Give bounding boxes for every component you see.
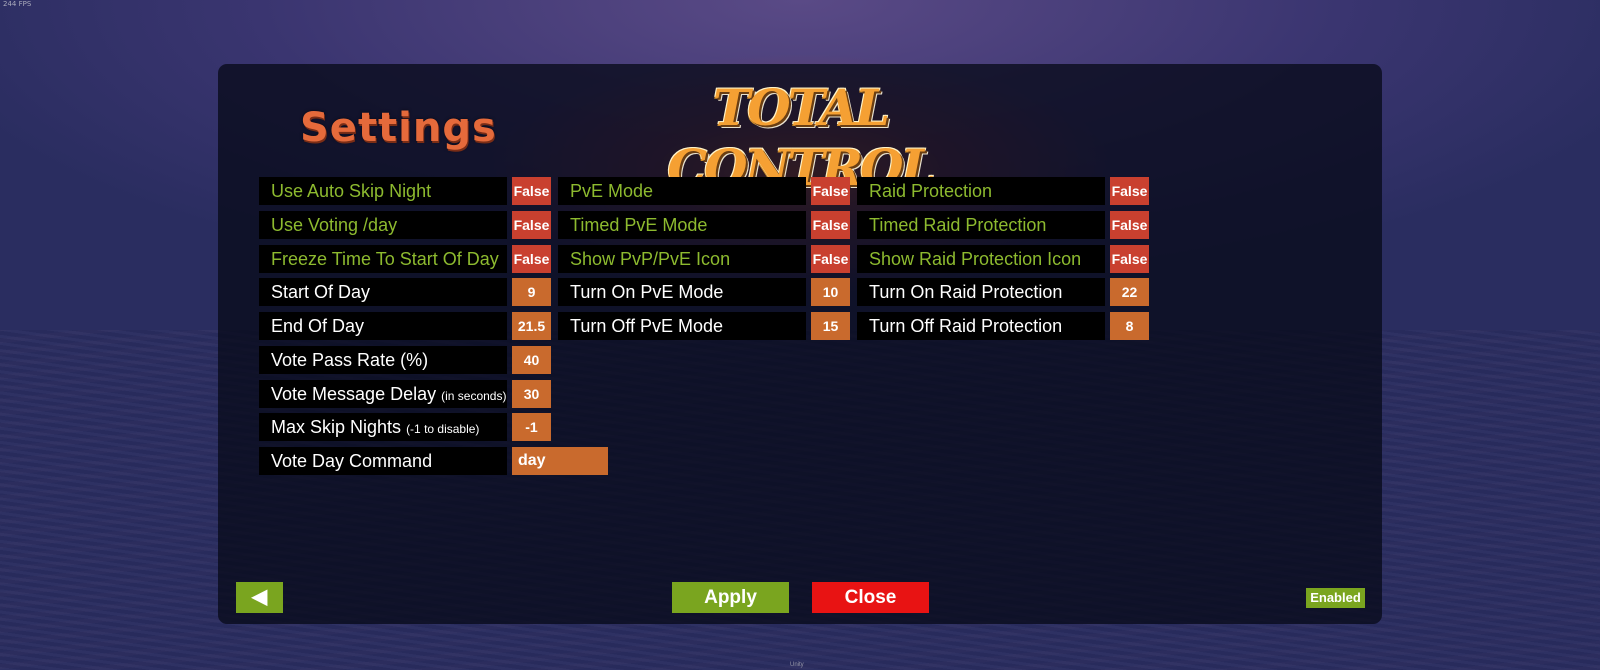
setting-label: Start Of Day <box>259 278 507 306</box>
number-value-input[interactable]: -1 <box>512 413 551 441</box>
setting-label-text: Timed Raid Protection <box>869 215 1047 235</box>
setting-label: Vote Pass Rate (%) <box>259 346 507 374</box>
text-value-input[interactable]: day <box>512 447 608 475</box>
setting-label-text: Show PvP/PvE Icon <box>570 249 731 269</box>
setting-label: End Of Day <box>259 312 507 340</box>
engine-watermark: Unity <box>790 662 804 668</box>
number-value-input[interactable]: 22 <box>1110 278 1149 306</box>
setting-label: Max Skip Nights (-1 to disable) <box>259 413 507 441</box>
setting-label-text: End Of Day <box>271 316 365 336</box>
toggle-value-button[interactable]: False <box>1110 177 1149 205</box>
fps-counter: 244 FPS <box>3 0 32 8</box>
setting-label: Turn Off PvE Mode <box>558 312 806 340</box>
number-value-input[interactable]: 10 <box>811 278 850 306</box>
toggle-value-button[interactable]: False <box>1110 211 1149 239</box>
number-value-input[interactable]: 8 <box>1110 312 1149 340</box>
setting-label-text: PvE Mode <box>570 181 654 201</box>
setting-label-text: Use Voting /day <box>271 215 398 235</box>
setting-label: Turn On PvE Mode <box>558 278 806 306</box>
setting-label: Timed PvE Mode <box>558 211 806 239</box>
back-arrow-icon: ◀ <box>251 586 268 608</box>
number-value-input[interactable]: 40 <box>512 346 551 374</box>
setting-label-text: Max Skip Nights <box>271 417 402 437</box>
setting-label: Raid Protection <box>857 177 1105 205</box>
number-value-input[interactable]: 30 <box>512 380 551 408</box>
setting-label-text: Vote Message Delay <box>271 384 437 404</box>
setting-label-text: Vote Pass Rate (%) <box>271 350 429 370</box>
setting-label-text: Use Auto Skip Night <box>271 181 432 201</box>
setting-label: Show PvP/PvE Icon <box>558 245 806 273</box>
number-value-input[interactable]: 9 <box>512 278 551 306</box>
setting-label: Use Auto Skip Night <box>259 177 507 205</box>
setting-label: Use Voting /day <box>259 211 507 239</box>
number-value-input[interactable]: 15 <box>811 312 850 340</box>
setting-label: Show Raid Protection Icon <box>857 245 1105 273</box>
setting-label-note: (in seconds) <box>441 389 507 403</box>
toggle-value-button[interactable]: False <box>811 245 850 273</box>
setting-label-text: Turn On PvE Mode <box>570 282 724 302</box>
setting-label-text: Vote Day Command <box>271 451 433 471</box>
setting-label-text: Freeze Time To Start Of Day <box>271 249 499 269</box>
setting-label-text: Timed PvE Mode <box>570 215 708 235</box>
setting-label-text: Turn Off PvE Mode <box>570 316 724 336</box>
setting-label: Vote Day Command <box>259 447 507 475</box>
page-title: Settings <box>300 105 497 151</box>
total-control-logo: TOTAL CONTROL <box>667 78 936 197</box>
setting-label-text: Turn Off Raid Protection <box>869 316 1063 336</box>
toggle-value-button[interactable]: False <box>811 177 850 205</box>
setting-label: Timed Raid Protection <box>857 211 1105 239</box>
setting-label: Turn Off Raid Protection <box>857 312 1105 340</box>
setting-label-text: Start Of Day <box>271 282 371 302</box>
toggle-value-button[interactable]: False <box>512 211 551 239</box>
setting-label-note: (-1 to disable) <box>406 422 480 436</box>
number-value-input[interactable]: 21.5 <box>512 312 551 340</box>
apply-button[interactable]: Apply <box>672 582 789 613</box>
toggle-value-button[interactable]: False <box>512 177 551 205</box>
back-button[interactable]: ◀ <box>236 582 283 613</box>
setting-label-text: Raid Protection <box>869 181 993 201</box>
toggle-value-button[interactable]: False <box>1110 245 1149 273</box>
status-badge[interactable]: Enabled <box>1306 588 1365 608</box>
setting-label: Freeze Time To Start Of Day <box>259 245 507 273</box>
setting-label: Turn On Raid Protection <box>857 278 1105 306</box>
setting-label: PvE Mode <box>558 177 806 205</box>
close-button[interactable]: Close <box>812 582 929 613</box>
toggle-value-button[interactable]: False <box>512 245 551 273</box>
setting-label-text: Show Raid Protection Icon <box>869 249 1082 269</box>
toggle-value-button[interactable]: False <box>811 211 850 239</box>
setting-label-text: Turn On Raid Protection <box>869 282 1063 302</box>
setting-label: Vote Message Delay (in seconds) <box>259 380 507 408</box>
